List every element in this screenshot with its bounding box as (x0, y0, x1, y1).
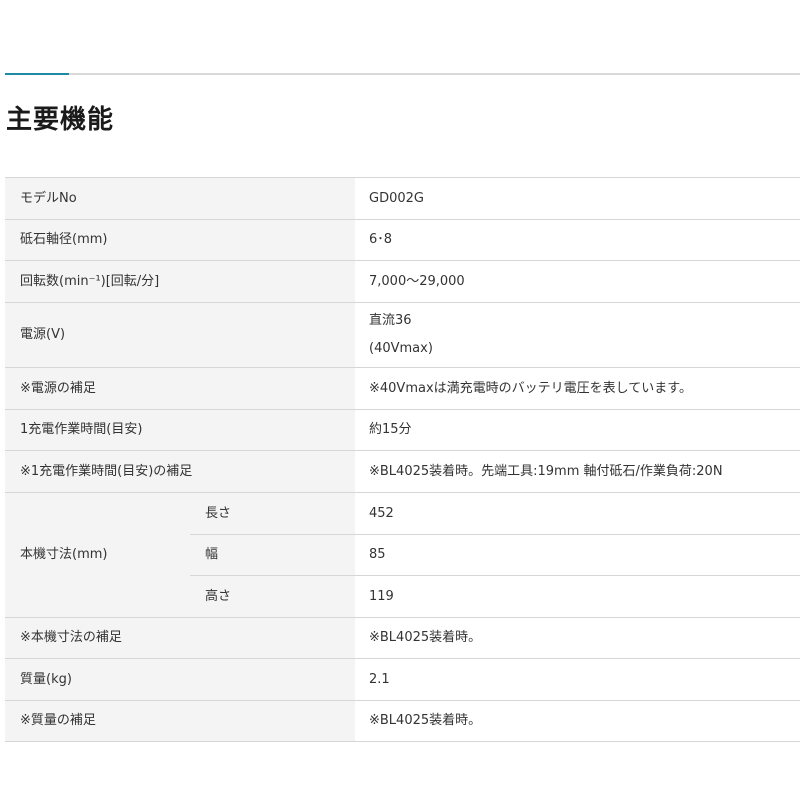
spec-sublabel: 長さ (190, 492, 355, 535)
spec-value: 85 (355, 534, 800, 576)
spec-value: 約15分 (355, 409, 800, 451)
spec-label: 砥石軸径(mm) (5, 219, 355, 261)
spec-row-dimensions-note: ※本機寸法の補足 ※BL4025装着時。 (5, 617, 800, 659)
spec-row-model: モデルNo GD002G (5, 177, 800, 220)
spec-label: 本機寸法(mm) (5, 492, 190, 618)
spec-value: ※40Vmaxは満充電時のバッテリ電圧を表しています。 (355, 367, 800, 410)
spec-value: 452 (355, 492, 800, 535)
spec-label: 回転数(min⁻¹)[回転/分] (5, 260, 355, 303)
spec-value: GD002G (355, 177, 800, 220)
spec-row-shaft: 砥石軸径(mm) 6･8 (5, 219, 800, 261)
spec-row-runtime: 1充電作業時間(目安) 約15分 (5, 409, 800, 451)
spec-sublabel: 幅 (190, 534, 355, 576)
spec-value-line: (40Vmax) (369, 341, 433, 356)
spec-value: 119 (355, 575, 800, 618)
section-divider-accent (5, 73, 69, 75)
spec-row-power: 電源(V) 直流36 (40Vmax) (5, 302, 800, 368)
spec-label: 電源(V) (5, 302, 355, 368)
spec-label: ※本機寸法の補足 (5, 617, 355, 659)
spec-value: ※BL4025装着時。 (355, 617, 800, 659)
spec-row-runtime-note: ※1充電作業時間(目安)の補足 ※BL4025装着時。先端工具:19mm 軸付砥… (5, 450, 800, 493)
spec-value: 6･8 (355, 219, 800, 261)
spec-row-mass: 質量(kg) 2.1 (5, 658, 800, 701)
spec-label: 1充電作業時間(目安) (5, 409, 355, 451)
spec-table: モデルNo GD002G 砥石軸径(mm) 6･8 回転数(min⁻¹)[回転/… (5, 177, 800, 742)
spec-sublabel: 高さ (190, 575, 355, 618)
spec-value-line: 直流36 (369, 313, 412, 328)
section-title: 主要機能 (6, 105, 115, 135)
spec-row-power-note: ※電源の補足 ※40Vmaxは満充電時のバッテリ電圧を表しています。 (5, 367, 800, 410)
spec-row-rpm: 回転数(min⁻¹)[回転/分] 7,000～29,000 (5, 260, 800, 303)
spec-row-mass-note: ※質量の補足 ※BL4025装着時。 (5, 700, 800, 742)
spec-value: 2.1 (355, 658, 800, 701)
spec-row-length: 本機寸法(mm) 長さ 452 (5, 492, 800, 618)
spec-value: ※BL4025装着時。先端工具:19mm 軸付砥石/作業負荷:20N (355, 450, 800, 493)
spec-label: ※電源の補足 (5, 367, 355, 410)
section-divider (5, 73, 800, 75)
spec-label: 質量(kg) (5, 658, 355, 701)
spec-value: 直流36 (40Vmax) (355, 302, 800, 368)
spec-label: ※質量の補足 (5, 700, 355, 742)
spec-value: 7,000～29,000 (355, 260, 800, 303)
spec-label: ※1充電作業時間(目安)の補足 (5, 450, 355, 493)
spec-label: モデルNo (5, 177, 355, 220)
spec-value: ※BL4025装着時。 (355, 700, 800, 742)
